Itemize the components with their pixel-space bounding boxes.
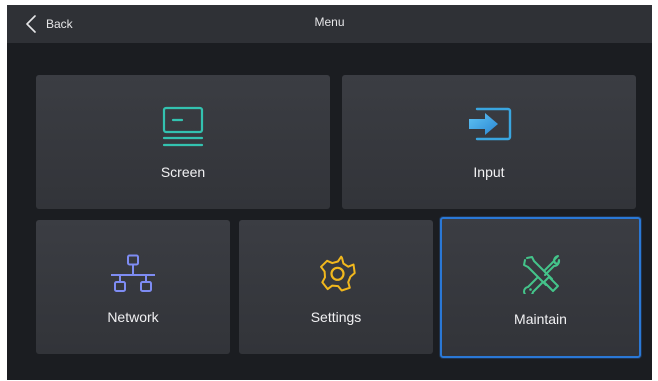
- menu-screen: Back Menu Screen Input Network Settings …: [7, 5, 652, 380]
- page-title: Menu: [314, 15, 345, 29]
- tile-settings-label: Settings: [310, 309, 362, 325]
- tile-screen[interactable]: Screen: [36, 75, 330, 209]
- tile-maintain-label: Maintain: [514, 311, 567, 327]
- tile-input[interactable]: Input: [342, 75, 636, 209]
- tile-maintain[interactable]: Maintain: [440, 217, 641, 358]
- network-icon: [109, 254, 157, 294]
- header-bar: Back Menu: [7, 5, 652, 43]
- tile-network[interactable]: Network: [36, 220, 230, 354]
- tile-network-label: Network: [107, 309, 159, 325]
- tile-screen-label: Screen: [160, 164, 206, 180]
- wrench-screwdriver-icon: [521, 254, 561, 294]
- input-arrow-icon: [465, 106, 513, 142]
- monitor-icon: [161, 106, 205, 148]
- tile-settings[interactable]: Settings: [239, 220, 433, 354]
- tile-input-label: Input: [473, 164, 505, 180]
- gear-icon: [316, 253, 356, 293]
